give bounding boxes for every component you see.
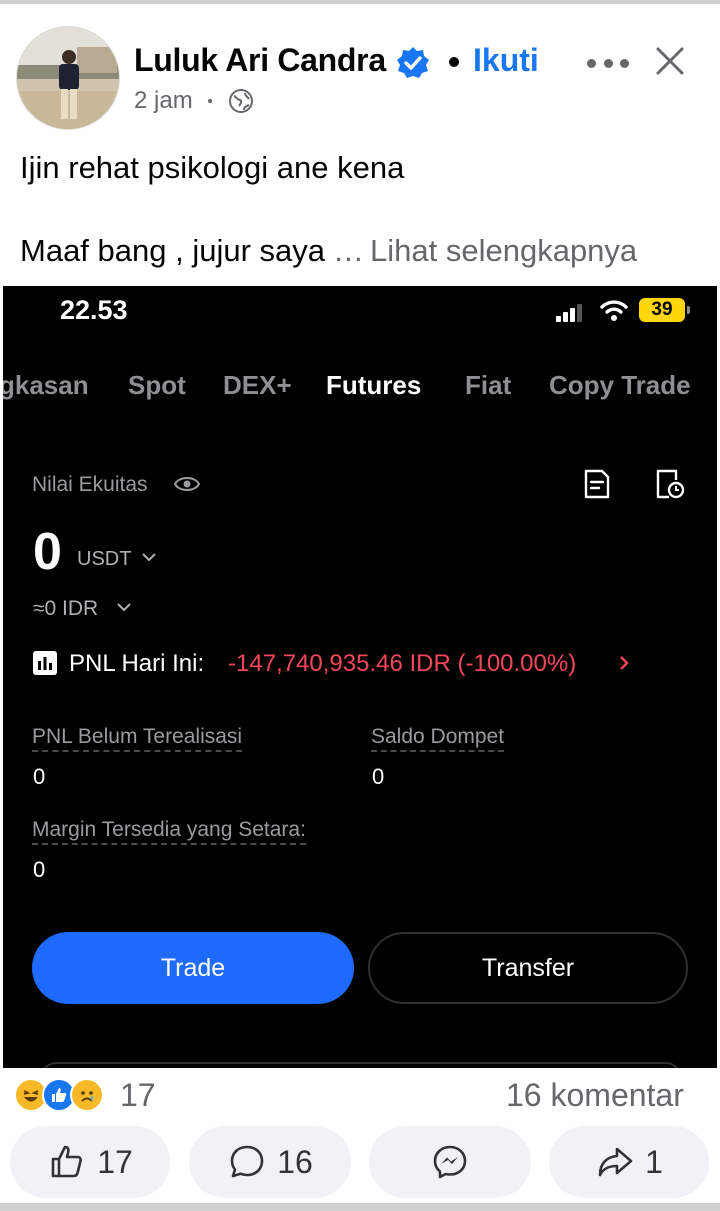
equity-label: Nilai Ekuitas: [32, 473, 148, 496]
tab-futures[interactable]: Futures: [326, 370, 421, 401]
history-icon[interactable]: [655, 468, 685, 500]
tab-dex[interactable]: DEX+: [223, 370, 292, 401]
tab-copy-trade[interactable]: Copy Trade: [549, 370, 691, 401]
chevron-down-icon[interactable]: [141, 550, 157, 564]
eye-icon[interactable]: [174, 473, 200, 495]
wallet-balance-value: 0: [372, 764, 385, 789]
more-options-button[interactable]: [583, 46, 633, 80]
comment-count: 16: [277, 1143, 313, 1180]
like-button[interactable]: 17: [10, 1126, 170, 1198]
messenger-icon: [433, 1145, 467, 1179]
tab-ringkasan[interactable]: gkasan: [3, 370, 89, 401]
chevron-right-icon[interactable]: [617, 654, 631, 672]
post-text-ellipsis: …: [333, 233, 365, 268]
unrealized-pnl-label[interactable]: PNL Belum Terealisasi: [32, 725, 243, 752]
post-timestamp[interactable]: 2 jam: [134, 87, 193, 115]
available-margin-label[interactable]: Margin Tersedia yang Setara:: [32, 818, 306, 845]
bar-chart-icon: [33, 651, 57, 675]
document-icon[interactable]: [583, 468, 611, 500]
globe-icon: [229, 89, 253, 113]
wallet-balance-label[interactable]: Saldo Dompet: [371, 725, 505, 752]
top-frame-border: [0, 0, 720, 12]
share-arrow-icon: [598, 1147, 633, 1177]
pnl-today-label: PNL Hari Ini:: [69, 650, 205, 677]
send-messenger-button[interactable]: [369, 1126, 531, 1198]
thumbs-up-icon: [51, 1145, 83, 1178]
post-text-truncated: Maaf bang , jujur saya: [20, 233, 326, 268]
post-text-line-2: Maaf bang , jujur saya… Lihat selengkapny…: [20, 233, 637, 269]
timestamp-separator: [208, 99, 212, 103]
cellular-signal-icon: [556, 304, 582, 322]
battery-indicator: 39: [639, 298, 690, 322]
reaction-icons[interactable]: [14, 1078, 110, 1114]
post-image[interactable]: 22.53 39 gkasan Spot DEX+ Futures Fiat C…: [3, 286, 717, 1068]
reactions-count[interactable]: 17: [120, 1077, 156, 1114]
comments-count[interactable]: 16 komentar: [506, 1077, 684, 1114]
comment-bubble-icon: [230, 1145, 264, 1178]
pnl-today-value[interactable]: -147,740,935.46 IDR (-100.00%): [228, 650, 576, 678]
equity-idr-value[interactable]: ≈0 IDR: [33, 597, 98, 621]
close-icon[interactable]: [650, 41, 690, 81]
equity-unit[interactable]: USDT: [77, 548, 131, 571]
share-button[interactable]: 1: [549, 1126, 709, 1198]
sad-reaction-icon: [70, 1078, 104, 1112]
follow-button[interactable]: Ikuti: [473, 42, 539, 79]
author-name[interactable]: Luluk Ari Candra: [134, 42, 386, 79]
like-count: 17: [97, 1143, 133, 1180]
next-card-edge: [41, 1062, 681, 1068]
post-text-line-1: Ijin rehat psikologi ane kena: [20, 150, 405, 185]
tab-fiat[interactable]: Fiat: [465, 370, 511, 401]
market-tabs: gkasan Spot DEX+ Futures Fiat Copy Trade: [3, 370, 717, 404]
status-bar-time: 22.53: [60, 295, 128, 325]
available-margin-value: 0: [33, 857, 46, 882]
transfer-button[interactable]: Transfer: [368, 932, 688, 1004]
share-count: 1: [645, 1143, 663, 1180]
bottom-frame-border: [0, 1203, 720, 1211]
trade-button[interactable]: Trade: [32, 932, 354, 1004]
comment-button[interactable]: 16: [189, 1126, 351, 1198]
see-more-link[interactable]: Lihat selengkapnya: [370, 233, 637, 268]
separator-dot: [449, 57, 459, 67]
author-avatar[interactable]: [16, 26, 120, 130]
unrealized-pnl-value: 0: [33, 764, 46, 789]
tab-spot[interactable]: Spot: [128, 370, 186, 401]
equity-value: 0: [33, 523, 62, 581]
wifi-icon: [600, 300, 628, 321]
chevron-down-icon[interactable]: [116, 600, 132, 614]
verified-badge-icon: [397, 47, 429, 78]
